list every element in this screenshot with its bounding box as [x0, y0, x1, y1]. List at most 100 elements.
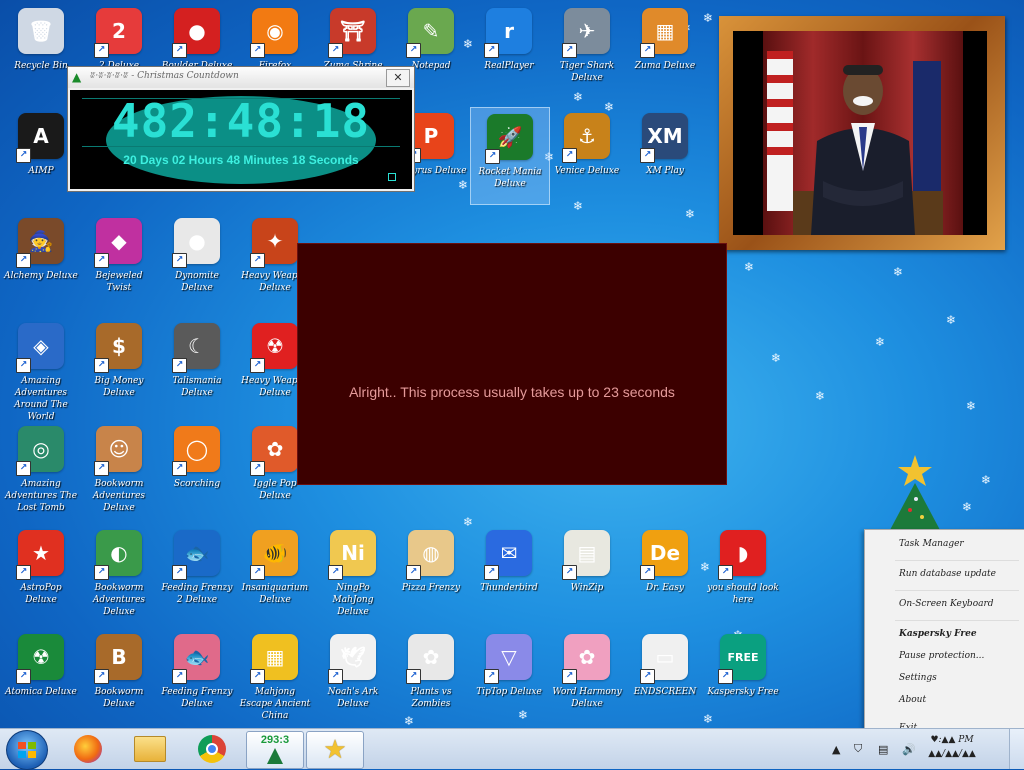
desktop-shortcut[interactable]: r ↗ RealPlayer: [470, 2, 548, 98]
desktop-shortcut-label: Talismania Deluxe: [172, 376, 222, 398]
desktop-shortcut[interactable]: ▽ ↗ TipTop Deluxe: [470, 628, 548, 724]
app-icon: $ ↗: [94, 323, 142, 373]
shortcut-arrow-icon: ↗: [16, 565, 31, 580]
app-icon: A ↗: [16, 113, 64, 163]
desktop-shortcut[interactable]: 🐟 ↗ Feeding Frenzy 2 Deluxe: [158, 524, 236, 620]
snowflake-icon: ❄: [962, 500, 973, 514]
desktop-shortcut-label: XM Play: [646, 166, 684, 176]
taskbar-chrome[interactable]: [184, 731, 240, 767]
shortcut-arrow-icon: ↗: [484, 565, 499, 580]
shortcut-arrow-icon: ↗: [718, 669, 733, 684]
desktop-shortcut[interactable]: ◍ ↗ Pizza Frenzy: [392, 524, 470, 620]
context-menu-item[interactable]: Settings: [899, 670, 1019, 686]
app-icon: ★ ↗: [16, 530, 64, 580]
desktop-shortcut[interactable]: $ ↗ Big Money Deluxe: [80, 317, 158, 413]
photo-frame-widget[interactable]: [719, 16, 1005, 250]
snowflake-icon: ❄: [703, 11, 714, 25]
show-desktop-button[interactable]: [1009, 729, 1024, 769]
context-menu-item[interactable]: Kaspersky Free: [899, 626, 1019, 642]
shortcut-arrow-icon: ↗: [16, 461, 31, 476]
desktop-shortcut[interactable]: De ↗ Dr. Easy: [626, 524, 704, 620]
shortcut-arrow-icon: ↗: [640, 565, 655, 580]
desktop-shortcut[interactable]: 🚀 ↗ Rocket Mania Deluxe: [470, 107, 550, 205]
desktop-shortcut[interactable]: 🐠 ↗ Insaniquarium Deluxe: [236, 524, 314, 620]
clock-time: ♥:▲▲ PM: [930, 735, 974, 745]
desktop-shortcut[interactable]: ▦ ↗ Zuma Deluxe: [626, 2, 704, 98]
shortcut-arrow-icon: ↗: [562, 565, 577, 580]
countdown-title: ʬ·ʬ·ʬ·ʬ·ʬ - Christmas Countdown: [90, 71, 239, 81]
desktop-shortcut[interactable]: ✉ ↗ Thunderbird: [470, 524, 548, 620]
desktop-shortcut[interactable]: ▦ ↗ Mahjong Escape Ancient China: [236, 628, 314, 724]
tray-context-menu[interactable]: Task Manager Run database update On-Screen…: [864, 529, 1024, 741]
desktop-shortcut[interactable]: ☺ ↗ Bookworm Adventures Deluxe: [80, 420, 158, 516]
desktop-shortcut[interactable]: ⚓ ↗ Venice Deluxe: [548, 107, 626, 203]
desktop-shortcut[interactable]: ◈ ↗ Amazing Adventures Around The World: [2, 317, 80, 422]
taskbar-clock[interactable]: ♥:▲▲ PM ▲▲/▲▲/▲▲: [920, 733, 984, 761]
shortcut-arrow-icon: ↗: [94, 461, 109, 476]
context-menu-item[interactable]: Run database update: [899, 566, 1019, 582]
process-message: Alright.. This process usually takes up …: [349, 384, 675, 400]
christmas-tree-decoration: [890, 455, 940, 530]
desktop-shortcut[interactable]: Ni ↗ NingPo MahJong Deluxe: [314, 524, 392, 620]
taskbar-countdown[interactable]: 293:3: [246, 731, 304, 769]
desktop-shortcut[interactable]: ☾ ↗ Talismania Deluxe: [158, 317, 236, 413]
desktop-shortcut[interactable]: XM ↗ XM Play: [626, 107, 704, 203]
countdown-display: 482:48:18 20 Days 02 Hours 48 Minutes 18…: [70, 90, 412, 189]
shortcut-arrow-icon: ↗: [16, 669, 31, 684]
countdown-titlebar[interactable]: ▲ ʬ·ʬ·ʬ·ʬ·ʬ - Christmas Countdown ✕: [68, 67, 414, 88]
app-icon: ✦ ↗: [250, 218, 298, 268]
desktop-shortcut-label: Dr. Easy: [646, 583, 684, 593]
app-icon: XM ↗: [640, 113, 688, 163]
start-button[interactable]: [6, 730, 48, 770]
shortcut-arrow-icon: ↗: [562, 669, 577, 684]
desktop-shortcut[interactable]: 🐟 ↗ Feeding Frenzy Deluxe: [158, 628, 236, 724]
taskbar-firefox[interactable]: [60, 731, 116, 767]
context-menu-item[interactable]: About: [899, 692, 1019, 708]
desktop-shortcut[interactable]: ✿ ↗ Word Harmony Deluxe: [548, 628, 626, 724]
shortcut-arrow-icon: ↗: [250, 43, 265, 58]
desktop-shortcut[interactable]: ▤ ↗ WinZip: [548, 524, 626, 620]
shortcut-arrow-icon: ↗: [250, 461, 265, 476]
desktop-shortcut[interactable]: ◆ ↗ Bejeweled Twist: [80, 212, 158, 308]
desktop-shortcut[interactable]: FREE ↗ Kaspersky Free: [704, 628, 782, 724]
volume-tray[interactable]: 🔊: [902, 729, 916, 769]
christmas-tree-icon: ▲: [72, 70, 82, 84]
shortcut-arrow-icon: ↗: [406, 43, 421, 58]
shortcut-arrow-icon: ↗: [640, 669, 655, 684]
context-menu-item[interactable]: On-Screen Keyboard: [899, 596, 1019, 612]
desktop-shortcut[interactable]: 🕊 ↗ Noah's Ark Deluxe: [314, 628, 392, 724]
desktop-shortcut[interactable]: ★ ↗ AstroPop Deluxe: [2, 524, 80, 620]
show-hidden-icons[interactable]: ▲: [832, 729, 840, 769]
desktop-shortcut-label: Amazing Adventures The Lost Tomb: [4, 479, 78, 513]
app-icon: ☢ ↗: [16, 634, 64, 684]
countdown-window[interactable]: ▲ ʬ·ʬ·ʬ·ʬ·ʬ - Christmas Countdown ✕ 482:…: [67, 66, 415, 192]
security-tray[interactable]: ⛉: [854, 729, 862, 769]
shortcut-arrow-icon: ↗: [16, 148, 31, 163]
context-menu-item[interactable]: Pause protection...: [899, 648, 1019, 664]
taskbar-explorer[interactable]: [122, 731, 178, 767]
desktop-shortcut[interactable]: ◯ ↗ Scorching: [158, 420, 236, 516]
desktop-shortcut[interactable]: ◎ ↗ Amazing Adventures The Lost Tomb: [2, 420, 80, 516]
app-icon: ▤ ↗: [562, 530, 610, 580]
desktop-shortcut[interactable]: ● ↗ Dynomite Deluxe: [158, 212, 236, 308]
desktop-shortcut[interactable]: ▭ ↗ ENDSCREEN: [626, 628, 704, 724]
desktop-shortcut[interactable]: ◐ ↗ Bookworm Adventures Deluxe: [80, 524, 158, 620]
context-menu-item[interactable]: Task Manager: [899, 536, 1019, 552]
process-dialog: Alright.. This process usually takes up …: [297, 243, 727, 485]
desktop-shortcut-label: Plants vs Zombies: [410, 687, 452, 709]
taskbar-star-app[interactable]: ★: [306, 731, 364, 769]
desktop-shortcut[interactable]: ◗ ↗ you should look here: [704, 524, 782, 620]
app-icon: ✿ ↗: [250, 426, 298, 476]
shortcut-arrow-icon: ↗: [250, 669, 265, 684]
app-icon: 🧙 ↗: [16, 218, 64, 268]
desktop-shortcut[interactable]: ☢ ↗ Atomica Deluxe: [2, 628, 80, 724]
desktop-shortcut-label: WinZip: [570, 583, 604, 593]
desktop-shortcut[interactable]: 🧙 ↗ Alchemy Deluxe: [2, 212, 80, 308]
desktop-shortcut[interactable]: ✈ ↗ Tiger Shark Deluxe: [548, 2, 626, 98]
desktop-shortcut[interactable]: ✿ ↗ Plants vs Zombies: [392, 628, 470, 724]
close-button[interactable]: ✕: [386, 69, 410, 87]
resize-grip[interactable]: [388, 173, 396, 181]
network-tray[interactable]: ▤: [878, 729, 888, 769]
app-icon: ◎ ↗: [16, 426, 64, 476]
desktop-shortcut[interactable]: B ↗ Bookworm Deluxe: [80, 628, 158, 724]
